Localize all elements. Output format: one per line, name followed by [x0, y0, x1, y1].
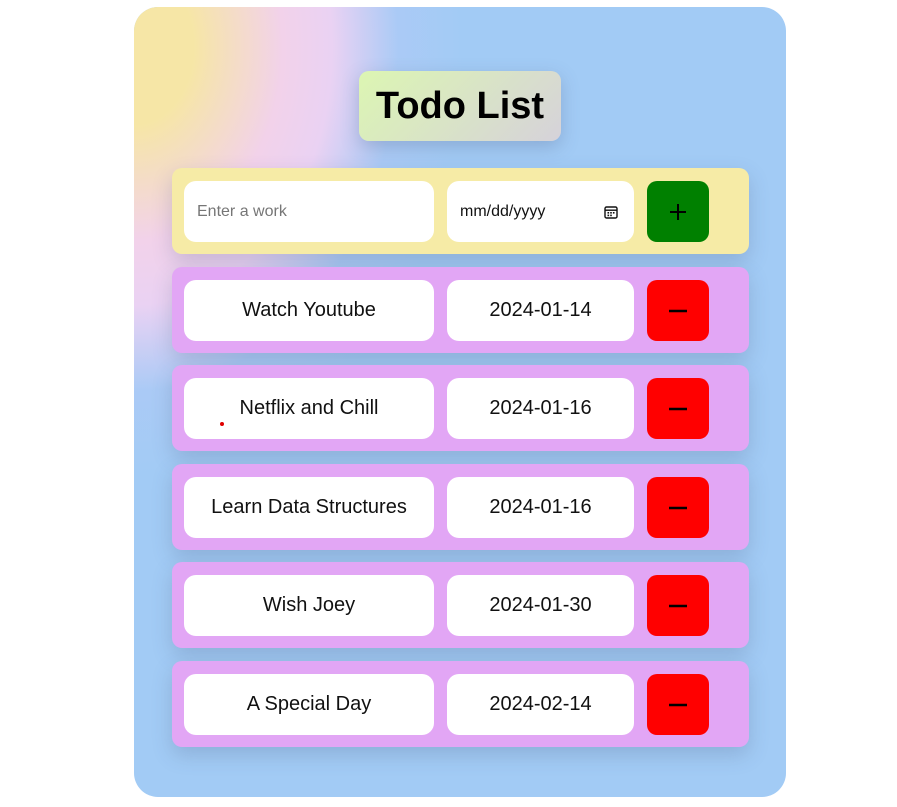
minus-icon — [669, 407, 687, 410]
todo-date: 2024-02-14 — [447, 674, 634, 735]
minus-icon — [669, 703, 687, 706]
todo-name: A Special Day — [184, 674, 434, 735]
cursor-dot — [220, 422, 224, 426]
todo-name: Watch Youtube — [184, 280, 434, 341]
date-field-container[interactable]: mm/dd/yyyy — [447, 181, 634, 242]
todo-row: Netflix and Chill 2024-01-16 — [172, 365, 749, 451]
todo-date: 2024-01-30 — [447, 575, 634, 636]
todo-row: A Special Day 2024-02-14 — [172, 661, 749, 747]
todo-row: Watch Youtube 2024-01-14 — [172, 267, 749, 353]
todo-name: Netflix and Chill — [184, 378, 434, 439]
minus-icon — [669, 604, 687, 607]
page-title: Todo List — [359, 71, 561, 141]
todo-date: 2024-01-16 — [447, 378, 634, 439]
plus-icon — [670, 203, 686, 220]
todo-date: 2024-01-16 — [447, 477, 634, 538]
todo-card: Todo List mm/dd/yyyy — [134, 7, 786, 797]
date-placeholder: mm/dd/yyyy — [460, 202, 546, 220]
todo-row: Learn Data Structures 2024-01-16 — [172, 464, 749, 550]
work-input[interactable] — [184, 181, 434, 242]
todo-name: Learn Data Structures — [184, 477, 434, 538]
todo-row: Wish Joey 2024-01-30 — [172, 562, 749, 648]
delete-todo-button[interactable] — [647, 674, 709, 735]
calendar-icon[interactable] — [604, 205, 618, 219]
delete-todo-button[interactable] — [647, 477, 709, 538]
delete-todo-button[interactable] — [647, 575, 709, 636]
add-todo-button[interactable] — [647, 181, 709, 242]
work-field-container — [184, 181, 434, 242]
minus-icon — [669, 506, 687, 509]
minus-icon — [669, 309, 687, 312]
delete-todo-button[interactable] — [647, 378, 709, 439]
todo-date: 2024-01-14 — [447, 280, 634, 341]
date-input[interactable]: mm/dd/yyyy — [447, 203, 634, 221]
new-todo-row: mm/dd/yyyy — [172, 168, 749, 254]
todo-name: Wish Joey — [184, 575, 434, 636]
delete-todo-button[interactable] — [647, 280, 709, 341]
